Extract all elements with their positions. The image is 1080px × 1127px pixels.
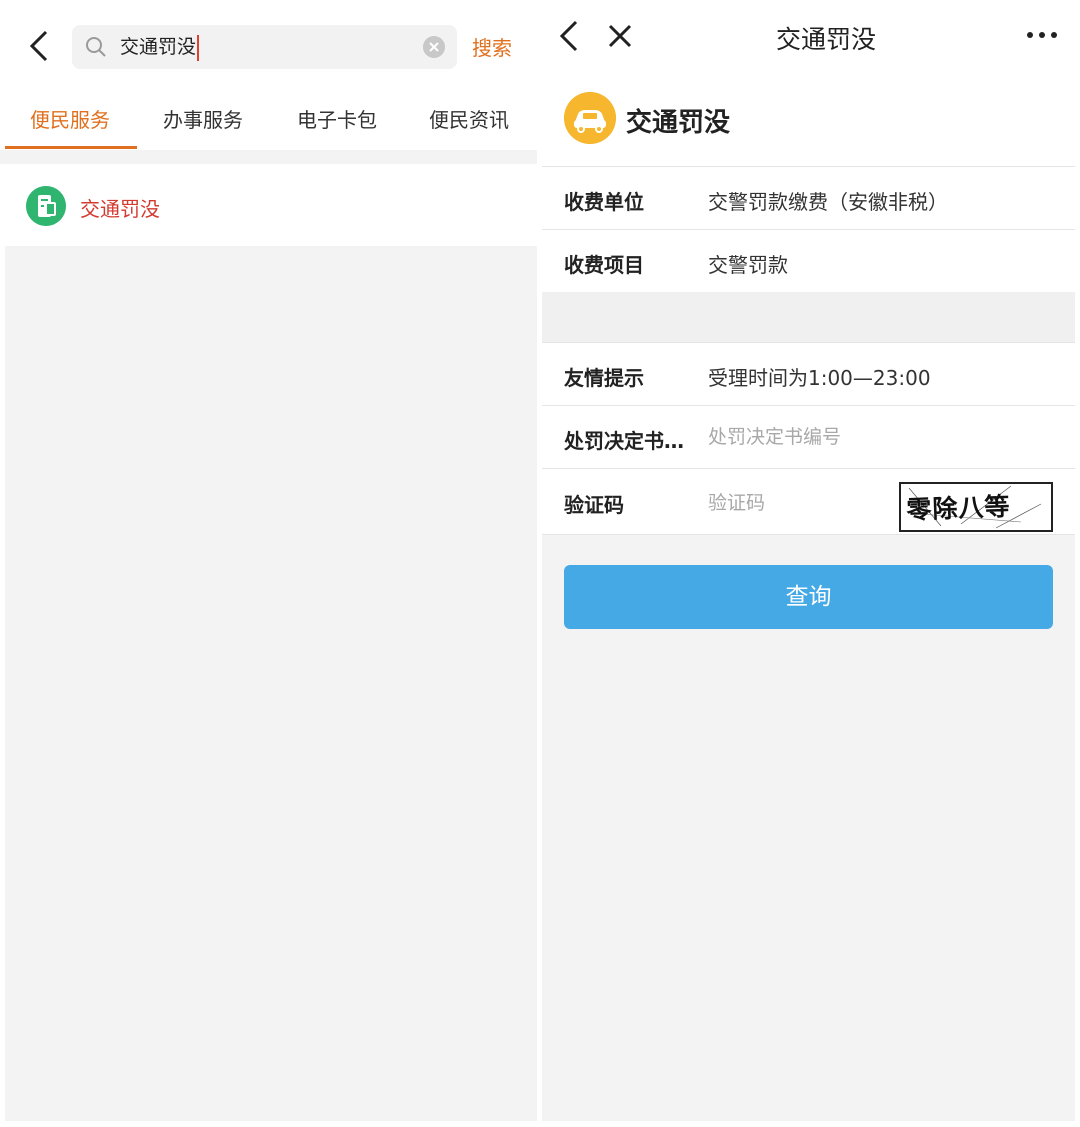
tab-e-card-wallet[interactable]: 电子卡包 xyxy=(297,104,377,133)
decision-number-label: 处罚决定书… xyxy=(564,429,684,453)
query-button[interactable]: 查询 xyxy=(564,565,1053,629)
back-arrow-icon[interactable] xyxy=(24,26,58,66)
category-tabs: 便民服务 办事服务 电子卡包 便民资讯 xyxy=(0,82,537,149)
fee-unit-label: 收费单位 xyxy=(564,190,644,214)
fee-unit-value: 交警罚款缴费（安徽非税） xyxy=(708,190,948,214)
traffic-fine-screen: 交通罚没 交通罚没 收费单位 交警罚款缴费（安徽非税） 收费项目 交警罚款 友情… xyxy=(542,0,1075,1127)
tip-label: 友情提示 xyxy=(564,366,644,390)
fee-item-label: 收费项目 xyxy=(564,253,644,277)
decision-number-row: 处罚决定书… xyxy=(542,406,1075,469)
captcha-label: 验证码 xyxy=(564,493,624,517)
captcha-input[interactable] xyxy=(704,486,902,520)
tip-value: 受理时间为1:00—23:00 xyxy=(708,366,931,390)
page-title: 交通罚没 xyxy=(775,25,876,54)
divider-band xyxy=(0,150,537,164)
action-area: 查询 xyxy=(542,535,1075,1121)
empty-results-area xyxy=(5,246,537,1121)
service-name: 交通罚没 xyxy=(626,108,731,138)
search-input[interactable]: 交通罚没 xyxy=(120,31,420,63)
captcha-image-text: 零除八等于? xyxy=(905,491,1011,525)
clear-icon[interactable] xyxy=(423,36,445,58)
search-result-label: 交通罚没 xyxy=(80,197,160,221)
fee-item-row: 收费项目 交警罚款 xyxy=(542,230,1075,293)
text-cursor xyxy=(197,34,200,61)
fee-item-value: 交警罚款 xyxy=(708,253,788,277)
search-icon xyxy=(86,37,106,57)
search-input-text: 交通罚没 xyxy=(120,36,197,58)
more-options-icon[interactable] xyxy=(1024,22,1060,48)
search-screen: 交通罚没 搜索 便民服务 办事服务 电子卡包 便民资讯 交通罚没 xyxy=(0,0,537,1127)
search-button[interactable]: 搜索 xyxy=(472,32,512,61)
tab-affairs-services[interactable]: 办事服务 xyxy=(163,104,243,133)
service-header: 交通罚没 xyxy=(542,84,1075,167)
tab-convenience-services[interactable]: 便民服务 xyxy=(30,104,110,133)
section-divider xyxy=(542,292,1075,343)
search-result-item[interactable]: 交通罚没 xyxy=(0,164,537,246)
decision-number-input[interactable] xyxy=(704,420,902,454)
tab-convenience-news[interactable]: 便民资讯 xyxy=(429,104,509,133)
captcha-row: 验证码 零除八等于? xyxy=(542,470,1075,535)
fee-unit-row: 收费单位 交警罚款缴费（安徽非税） xyxy=(542,167,1075,230)
search-box[interactable]: 交通罚没 xyxy=(72,25,457,69)
traffic-fine-app-icon xyxy=(26,186,66,226)
car-icon xyxy=(564,92,616,144)
active-tab-indicator xyxy=(5,146,137,149)
tip-row: 友情提示 受理时间为1:00—23:00 xyxy=(542,343,1075,406)
search-header: 交通罚没 搜索 xyxy=(0,0,537,80)
captcha-image[interactable]: 零除八等于? xyxy=(899,482,1053,532)
page-header: 交通罚没 xyxy=(542,0,1075,80)
